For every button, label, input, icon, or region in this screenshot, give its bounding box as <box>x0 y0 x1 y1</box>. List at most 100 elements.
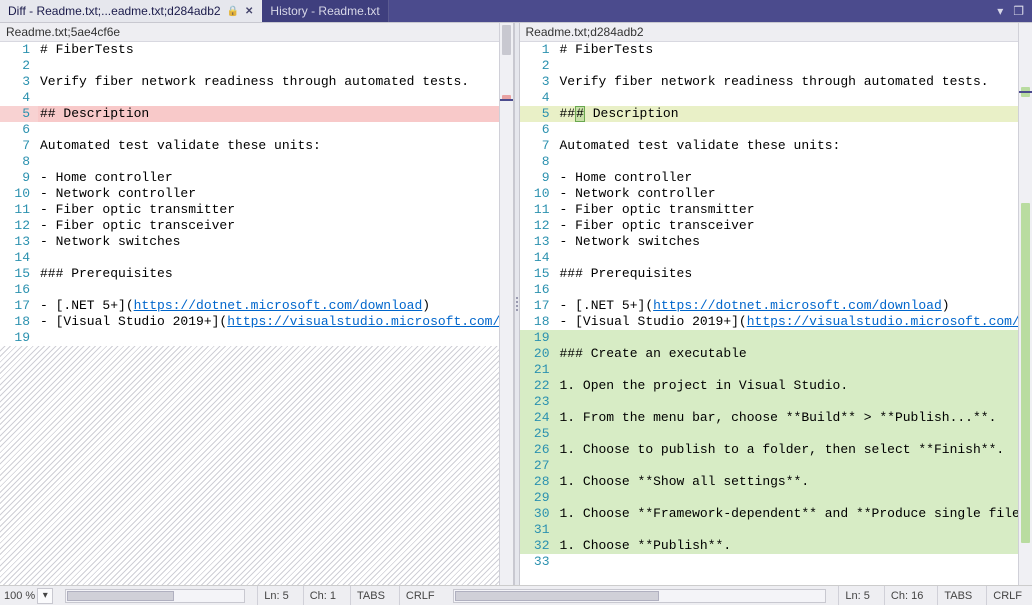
line-text[interactable]: - [.NET 5+](https://dotnet.microsoft.com… <box>558 298 1032 314</box>
line-text[interactable]: - [Visual Studio 2019+](https://visualst… <box>38 314 513 330</box>
code-line[interactable]: 27 <box>520 458 1032 474</box>
line-text[interactable] <box>38 90 513 106</box>
line-text[interactable]: - [.NET 5+](https://dotnet.microsoft.com… <box>38 298 513 314</box>
code-line[interactable]: 20### Create an executable <box>520 346 1032 362</box>
status-eol-left[interactable]: CRLF <box>399 586 441 605</box>
code-line[interactable]: 14 <box>0 250 513 266</box>
code-line[interactable]: 261. Choose to publish to a folder, then… <box>520 442 1032 458</box>
code-line[interactable]: 221. Open the project in Visual Studio. <box>520 378 1032 394</box>
code-line[interactable]: 12- Fiber optic transceiver <box>520 218 1032 234</box>
line-text[interactable]: ### Prerequisites <box>38 266 513 282</box>
line-text[interactable]: # FiberTests <box>558 42 1032 58</box>
line-text[interactable]: ### Description <box>558 106 1032 122</box>
code-line[interactable]: 1# FiberTests <box>0 42 513 58</box>
code-line[interactable]: 13- Network switches <box>520 234 1032 250</box>
left-editor[interactable]: 1# FiberTests23Verify fiber network read… <box>0 42 513 585</box>
code-line[interactable]: 5### Description <box>520 106 1032 122</box>
line-text[interactable]: # FiberTests <box>38 42 513 58</box>
code-line[interactable]: 9- Home controller <box>0 170 513 186</box>
code-line[interactable]: 17- [.NET 5+](https://dotnet.microsoft.c… <box>520 298 1032 314</box>
close-icon[interactable]: ✕ <box>245 6 253 17</box>
line-text[interactable]: 1. Choose **Show all settings**. <box>558 474 1032 490</box>
line-text[interactable] <box>38 250 513 266</box>
line-text[interactable] <box>558 122 1032 138</box>
code-line[interactable]: 11- Fiber optic transmitter <box>520 202 1032 218</box>
code-line[interactable]: 18- [Visual Studio 2019+](https://visual… <box>520 314 1032 330</box>
code-line[interactable]: 11- Fiber optic transmitter <box>0 202 513 218</box>
line-text[interactable] <box>558 458 1032 474</box>
code-line[interactable]: 17- [.NET 5+](https://dotnet.microsoft.c… <box>0 298 513 314</box>
line-text[interactable] <box>558 282 1032 298</box>
code-line[interactable]: 23 <box>520 394 1032 410</box>
code-line[interactable]: 8 <box>0 154 513 170</box>
line-text[interactable] <box>558 250 1032 266</box>
code-line[interactable]: 16 <box>0 282 513 298</box>
code-line[interactable]: 6 <box>0 122 513 138</box>
right-editor[interactable]: 1# FiberTests 23 Verify fiber network read… <box>520 42 1032 585</box>
line-text[interactable]: - [Visual Studio 2019+](https://visualst… <box>558 314 1032 330</box>
left-horizontal-scrollbar[interactable] <box>65 589 245 603</box>
line-text[interactable]: 1. Choose **Publish**. <box>558 538 1032 554</box>
code-line[interactable]: 9- Home controller <box>520 170 1032 186</box>
code-line[interactable]: 13- Network switches <box>0 234 513 250</box>
line-text[interactable]: - Network controller <box>558 186 1032 202</box>
line-text[interactable] <box>558 58 1032 74</box>
line-text[interactable] <box>558 490 1032 506</box>
line-text[interactable]: 1. Choose **Framework-dependent** and **… <box>558 506 1032 522</box>
left-overview-ruler[interactable] <box>499 23 513 585</box>
code-line[interactable]: 4 <box>0 90 513 106</box>
line-text[interactable]: - Network switches <box>558 234 1032 250</box>
code-line[interactable]: 15### Prerequisites <box>520 266 1032 282</box>
line-text[interactable] <box>38 122 513 138</box>
code-line[interactable]: 33 <box>520 554 1032 570</box>
line-text[interactable]: Verify fiber network readiness through a… <box>558 74 1032 90</box>
code-line[interactable]: 4 <box>520 90 1032 106</box>
code-line[interactable]: 21 <box>520 362 1032 378</box>
code-line[interactable]: 2 <box>0 58 513 74</box>
code-line[interactable]: 7Automated test validate these units: <box>520 138 1032 154</box>
code-line[interactable]: 25 <box>520 426 1032 442</box>
code-line[interactable]: 1# FiberTests <box>520 42 1032 58</box>
zoom-dropdown-icon[interactable]: ▾ <box>37 588 53 604</box>
code-line[interactable]: 301. Choose **Framework-dependent** and … <box>520 506 1032 522</box>
line-text[interactable]: - Fiber optic transceiver <box>38 218 513 234</box>
hyperlink[interactable]: https://dotnet.microsoft.com/download <box>134 298 423 313</box>
line-text[interactable]: Verify fiber network readiness through a… <box>38 74 513 90</box>
line-text[interactable]: - Home controller <box>558 170 1032 186</box>
right-horizontal-scrollbar[interactable] <box>453 589 827 603</box>
code-line[interactable]: 12- Fiber optic transceiver <box>0 218 513 234</box>
line-text[interactable] <box>558 90 1032 106</box>
tab-history[interactable]: History - Readme.txt <box>262 0 388 22</box>
code-line[interactable]: 31 <box>520 522 1032 538</box>
line-text[interactable] <box>38 282 513 298</box>
code-line[interactable]: 19 <box>520 330 1032 346</box>
tab-diff[interactable]: Diff - Readme.txt;...eadme.txt;d284adb2 … <box>0 0 262 22</box>
code-line[interactable]: 14 <box>520 250 1032 266</box>
line-text[interactable]: 1. From the menu bar, choose **Build** >… <box>558 410 1032 426</box>
right-overview-ruler[interactable] <box>1018 23 1032 585</box>
line-text[interactable] <box>38 58 513 74</box>
line-text[interactable] <box>558 154 1032 170</box>
hyperlink[interactable]: https://visualstudio.microsoft.com/vs/ <box>227 314 512 329</box>
line-text[interactable] <box>38 330 513 346</box>
code-line[interactable]: 10- Network controller <box>0 186 513 202</box>
code-line[interactable]: 7Automated test validate these units: <box>0 138 513 154</box>
line-text[interactable] <box>38 154 513 170</box>
line-text[interactable]: - Network switches <box>38 234 513 250</box>
code-line[interactable]: 16 <box>520 282 1032 298</box>
line-text[interactable]: - Fiber optic transmitter <box>38 202 513 218</box>
line-text[interactable] <box>558 426 1032 442</box>
code-line[interactable]: 321. Choose **Publish**. <box>520 538 1032 554</box>
code-line[interactable]: 10- Network controller <box>520 186 1032 202</box>
code-line[interactable]: 6 <box>520 122 1032 138</box>
hyperlink[interactable]: https://visualstudio.microsoft.com/vs/ <box>747 314 1032 329</box>
line-text[interactable]: ## Description <box>38 106 513 122</box>
line-text[interactable] <box>558 362 1032 378</box>
status-eol-right[interactable]: CRLF <box>986 586 1028 605</box>
code-line[interactable]: 15### Prerequisites <box>0 266 513 282</box>
line-text[interactable]: ### Create an executable <box>558 346 1032 362</box>
line-text[interactable]: - Fiber optic transceiver <box>558 218 1032 234</box>
line-text[interactable]: 1. Choose to publish to a folder, then s… <box>558 442 1032 458</box>
line-text[interactable] <box>558 522 1032 538</box>
line-text[interactable]: Automated test validate these units: <box>38 138 513 154</box>
